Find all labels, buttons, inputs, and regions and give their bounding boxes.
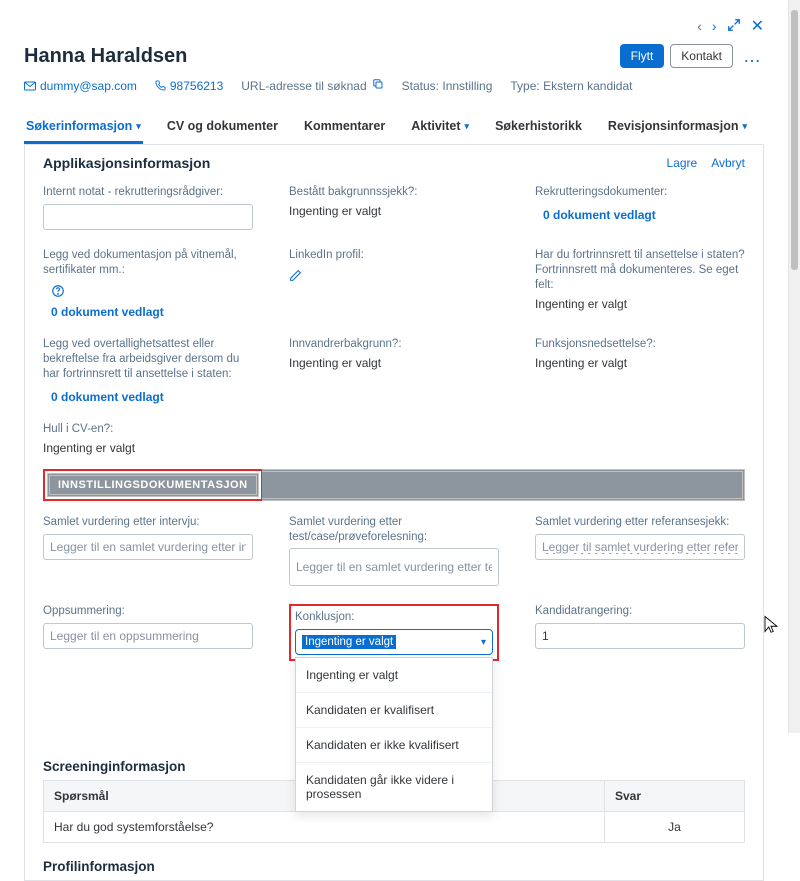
field-rank: Kandidatrangering: <box>535 604 745 661</box>
summary-input[interactable] <box>43 623 253 649</box>
status-block: Status: Innstilling <box>402 79 493 93</box>
move-button[interactable]: Flytt <box>620 44 665 68</box>
field-priority: Har du fortrinnsrett til ansettelse i st… <box>535 248 745 319</box>
field-linkedin: LinkedIn profil: <box>289 248 499 319</box>
copy-icon[interactable] <box>372 78 384 93</box>
conclusion-select[interactable]: Ingenting er valgt ▾ <box>295 629 493 655</box>
internal-note-input[interactable] <box>43 204 253 230</box>
field-immigrant: Innvandrerbakgrunn?: Ingenting er valgt <box>289 337 499 404</box>
contact-button[interactable]: Kontakt <box>670 44 733 68</box>
panel-title: Applikasjonsinformasjon <box>43 155 210 171</box>
highlight-conclusion-area: Konklusjon: Ingenting er valgt ▾ Ingenti… <box>289 604 499 661</box>
conclusion-option[interactable]: Ingenting er valgt <box>296 658 492 693</box>
next-icon[interactable]: › <box>712 18 717 34</box>
surplus-docs-link[interactable]: 0 dokument vedlagt <box>43 390 164 404</box>
chevron-down-icon: ▾ <box>481 637 486 648</box>
assess-test-input[interactable] <box>289 548 499 586</box>
tab-activity[interactable]: Aktivitet▾ <box>409 111 471 144</box>
answer-cell: Ja <box>605 812 745 843</box>
field-disability: Funksjonsnedsettelse?: Ingenting er valg… <box>535 337 745 404</box>
conclusion-option[interactable]: Kandidaten er kvalifisert <box>296 693 492 728</box>
field-assess-ref: Samlet vurdering etter referansesjekk: <box>535 515 745 587</box>
tab-revision[interactable]: Revisjonsinformasjon▾ <box>606 111 749 144</box>
field-cv-gap: Hull i CV-en?: Ingenting er valgt <box>43 422 253 455</box>
field-surplus: Legg ved overtallighetsattest eller bekr… <box>43 337 253 404</box>
field-assess-interview: Samlet vurdering etter intervju: <box>43 515 253 587</box>
tab-applicant-info[interactable]: Søkerinformasjon▾ <box>24 111 143 144</box>
conclusion-option[interactable]: Kandidaten er ikke kvalifisert <box>296 728 492 763</box>
expand-icon[interactable] <box>727 18 741 35</box>
type-block: Type: Ekstern kandidat <box>510 79 632 93</box>
recruit-docs-link[interactable]: 0 dokument vedlagt <box>535 208 656 222</box>
phone-text: 98756213 <box>170 79 223 93</box>
field-assess-test: Samlet vurdering etter test/case/prøvefo… <box>289 515 499 587</box>
field-attach-docs: Legg ved dokumentasjon på vitnemål, sert… <box>43 248 253 319</box>
pencil-icon[interactable] <box>289 269 302 285</box>
field-internal-note: Internt notat - rekrutteringsrådgiver: <box>43 185 253 230</box>
chevron-down-icon: ▾ <box>743 121 748 132</box>
email-link[interactable]: dummy@sap.com <box>24 79 137 93</box>
tab-comments[interactable]: Kommentarer <box>302 111 387 144</box>
conclusion-dropdown-list: Ingenting er valgt Kandidaten er kvalifi… <box>295 657 493 812</box>
highlight-banner: INNSTILLINGSDOKUMENTASJON <box>43 469 263 501</box>
chevron-down-icon: ▾ <box>136 121 141 132</box>
attach-docs-link[interactable]: 0 dokument vedlagt <box>43 305 164 319</box>
tab-history[interactable]: Søkerhistorikk <box>493 111 584 144</box>
close-icon[interactable]: ✕ <box>751 16 764 36</box>
field-summary: Oppsummering: <box>43 604 253 661</box>
cancel-link[interactable]: Avbryt <box>711 156 745 170</box>
vertical-scrollbar[interactable] <box>788 0 800 733</box>
phone-link[interactable]: 98756213 <box>155 79 223 93</box>
conclusion-option[interactable]: Kandidaten går ikke videre i prosessen <box>296 763 492 811</box>
table-row: Har du god systemforståelse? Ja <box>44 812 745 843</box>
mouse-cursor-icon <box>762 615 780 638</box>
col-answer: Svar <box>605 781 745 812</box>
rank-input[interactable] <box>535 623 745 649</box>
more-actions-icon[interactable]: … <box>739 46 764 67</box>
profile-title: Profilinformasjon <box>25 843 763 880</box>
prev-icon[interactable]: ‹ <box>697 18 702 34</box>
assess-interview-input[interactable] <box>43 534 253 560</box>
section-banner: INNSTILLINGSDOKUMENTASJON <box>47 473 259 497</box>
assess-ref-input[interactable] <box>535 534 745 560</box>
chevron-down-icon: ▾ <box>465 121 470 132</box>
scrollbar-thumb[interactable] <box>791 10 798 270</box>
tab-cv-docs[interactable]: CV og dokumenter <box>165 111 280 144</box>
field-conclusion: Konklusjon: Ingenting er valgt ▾ Ingenti… <box>295 610 493 655</box>
email-text: dummy@sap.com <box>40 79 137 93</box>
question-cell: Har du god systemforståelse? <box>44 812 605 843</box>
application-url[interactable]: URL-adresse til søknad <box>241 78 383 93</box>
candidate-name: Hanna Haraldsen <box>24 45 187 68</box>
help-icon[interactable] <box>51 284 65 301</box>
field-recruit-docs: Rekrutteringsdokumenter: 0 dokument vedl… <box>535 185 745 230</box>
banner-bar <box>262 469 745 501</box>
field-bg-check: Bestått bakgrunnssjekk?: Ingenting er va… <box>289 185 499 230</box>
save-link[interactable]: Lagre <box>667 156 698 170</box>
